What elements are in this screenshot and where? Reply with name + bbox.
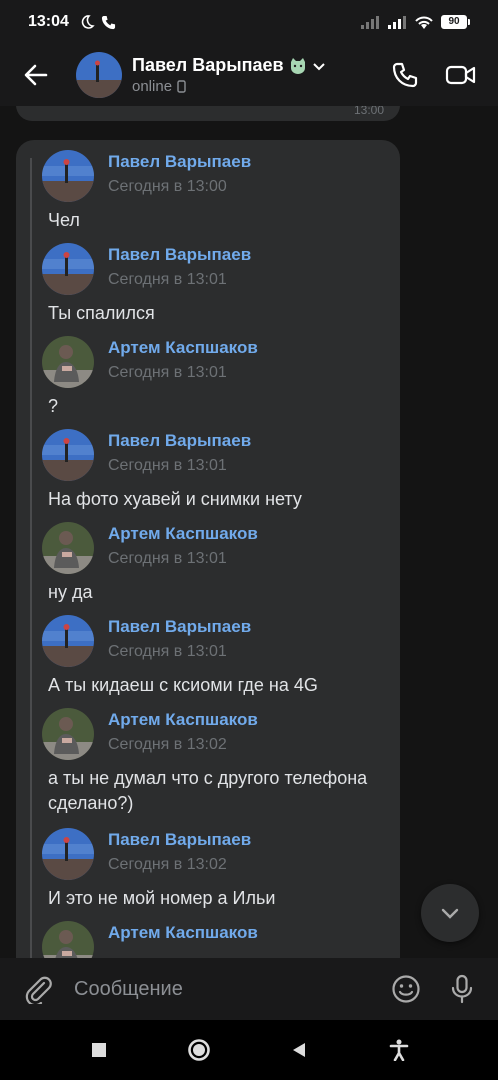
microphone-icon [451,974,473,1004]
back-button[interactable] [12,51,60,99]
avatar[interactable] [42,336,94,388]
arrow-left-icon [24,64,48,86]
chevron-down-icon [441,908,459,919]
chevron-down-icon [312,62,325,70]
circle-icon [188,1039,210,1061]
accessibility-button[interactable] [349,1020,449,1080]
chat-title: Павел Варыпаев [132,55,284,75]
mobile-icon [177,80,186,93]
sender-name[interactable]: Павел Варыпаев [108,431,251,451]
sender-name[interactable]: Павел Варыпаев [108,152,251,172]
message-time: 13:00 [353,106,384,117]
wifi-icon [415,16,433,29]
signal-icon [388,16,406,29]
home-button[interactable] [149,1020,249,1080]
smile-icon [392,975,420,1003]
triangle-back-icon [293,1043,305,1057]
sender-name[interactable]: Артем Каспшаков [108,338,258,358]
signal-icon [361,16,379,29]
attach-button[interactable] [16,967,60,1011]
sender-name[interactable]: Артем Каспшаков [108,923,258,943]
emoji-button[interactable] [384,967,428,1011]
online-status: online [132,78,173,95]
message-input[interactable]: Сообщение [74,978,384,1001]
system-navigation-bar [0,1020,498,1080]
message-text: ну да [48,582,93,602]
forwarded-messages-bubble[interactable]: Павел Варыпаев Сегодня в 13:00 Чел Павел Ва… [16,140,400,958]
message-text: ? [48,396,59,416]
message-date: Сегодня в 13:02 [108,736,227,753]
accessibility-icon [389,1039,409,1061]
avatar[interactable] [42,708,94,760]
scroll-down-button[interactable] [421,884,479,942]
phone-status-icon [101,15,115,29]
avatar[interactable] [42,828,94,880]
moon-icon [81,15,95,29]
message-text: Ты спалился [48,303,155,323]
sender-name[interactable]: Артем Каспшаков [108,524,258,544]
message-date: Сегодня в 13:01 [108,271,227,288]
message-date: Сегодня в 13:00 [108,178,227,195]
sender-name[interactable]: Павел Варыпаев [108,617,251,637]
chat-header: Павел Варыпаев online [0,44,498,106]
message-text: И это не мой номер а Ильи [48,888,276,908]
message-date: Сегодня в 13:01 [108,550,227,567]
battery-level: 90 [441,15,467,29]
cat-emoji-icon [290,57,305,74]
call-button[interactable] [386,56,424,94]
video-camera-icon [445,65,476,85]
recents-button[interactable] [49,1020,149,1080]
avatar[interactable] [42,921,94,958]
chat-title-area[interactable]: Павел Варыпаев online [132,55,326,95]
vk-chat-screen: 13:04 90 Павел Варыпаев online 13:00 Пав… [0,0,498,1080]
video-call-button[interactable] [442,56,480,94]
message-text: Чел [48,210,80,230]
avatar[interactable] [42,429,94,481]
voice-message-button[interactable] [440,967,484,1011]
paperclip-icon [25,976,52,1004]
sender-name[interactable]: Артем Каспшаков [108,710,258,730]
avatar[interactable] [42,522,94,574]
avatar[interactable] [42,615,94,667]
sender-name[interactable]: Павел Варыпаев [108,245,251,265]
message-bubble[interactable]: 13:00 [16,106,400,121]
message-text: а ты не думал что с другого телефона сде… [48,768,368,813]
avatar[interactable] [42,243,94,295]
battery-icon: 90 [441,15,470,29]
forward-indicator-line [30,158,32,958]
square-icon [92,1043,106,1057]
message-date: Сегодня в 13:01 [108,364,227,381]
message-text: А ты кидаеш с ксиоми где на 4G [48,675,318,695]
message-list[interactable]: 13:00 Павел Варыпаев Сегодня в 13:00 Чел Па… [0,106,498,958]
message-date: Сегодня в 13:01 [108,643,227,660]
status-bar: 13:04 90 [0,0,498,44]
back-nav-button[interactable] [249,1020,349,1080]
avatar[interactable] [76,52,122,98]
message-date: Сегодня в 13:01 [108,457,227,474]
phone-icon [392,62,418,88]
message-text: На фото хуавей и снимки нету [48,489,302,509]
avatar[interactable] [42,150,94,202]
status-time: 13:04 [28,13,69,30]
message-date: Сегодня в 13:02 [108,856,227,873]
sender-name[interactable]: Павел Варыпаев [108,830,251,850]
message-composer: Сообщение [0,958,498,1020]
